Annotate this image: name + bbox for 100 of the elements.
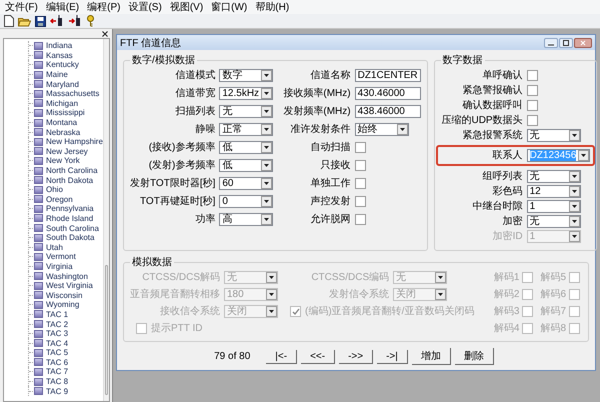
tree-item[interactable]: Maryland: [46, 80, 79, 89]
minimize-icon[interactable]: [544, 38, 558, 48]
radio-arrow-icon[interactable]: [50, 15, 64, 27]
checkbox[interactable]: [526, 115, 538, 126]
checkbox[interactable]: [526, 100, 538, 111]
dropdown[interactable]: 1: [526, 200, 581, 213]
tree-item[interactable]: New York: [46, 156, 80, 166]
tree-item[interactable]: TAC 2: [46, 320, 68, 329]
text-field[interactable]: DZ1CENTER: [354, 69, 421, 82]
tree-item[interactable]: Kansas: [46, 50, 73, 60]
nav-button[interactable]: 删除: [454, 348, 494, 365]
text-field[interactable]: 430.46000: [354, 87, 421, 100]
nav-button[interactable]: ->|: [377, 350, 408, 364]
caret-icon[interactable]: [261, 196, 272, 207]
tree-item[interactable]: North Dakota: [46, 176, 94, 185]
tree-item[interactable]: New Jersey: [46, 146, 88, 156]
tree-item[interactable]: Rhode Island: [46, 214, 94, 223]
maximize-icon[interactable]: [559, 38, 573, 48]
caret-icon[interactable]: [261, 160, 272, 171]
caret-icon[interactable]: [261, 88, 272, 99]
menu-item[interactable]: 视图(V): [166, 0, 206, 14]
tree-item[interactable]: South Carolina: [46, 224, 99, 233]
open-folder-icon[interactable]: [18, 16, 31, 26]
caret-icon[interactable]: [568, 216, 580, 227]
menu-item[interactable]: 编辑(E): [42, 0, 82, 14]
caret-icon[interactable]: [261, 214, 272, 225]
tree-item[interactable]: Nebraska: [46, 128, 80, 137]
checkbox[interactable]: [526, 85, 538, 96]
tree-item[interactable]: TAC 1: [46, 310, 68, 319]
tree-item[interactable]: West Virginia: [46, 281, 93, 290]
caret-icon[interactable]: [568, 171, 580, 182]
tree-item[interactable]: Massachusetts: [46, 89, 100, 98]
caret-icon[interactable]: [568, 130, 580, 141]
caret-icon[interactable]: [568, 201, 580, 212]
tree-item[interactable]: Virginia: [46, 262, 73, 271]
nav-button[interactable]: |<-: [266, 350, 298, 364]
dropdown[interactable]: 0: [219, 195, 274, 208]
dropdown[interactable]: 高: [219, 213, 274, 226]
dropdown[interactable]: 低: [219, 141, 274, 154]
dropdown[interactable]: 无: [526, 129, 581, 142]
menu-item[interactable]: 文件(F): [2, 0, 41, 14]
tree-item[interactable]: TAC 7: [46, 367, 68, 376]
menu-item[interactable]: 帮助(H): [252, 0, 292, 14]
tree-item[interactable]: TAC 5: [46, 348, 68, 358]
checkbox[interactable]: [354, 196, 366, 207]
close-icon[interactable]: [102, 30, 108, 36]
tree-item[interactable]: South Dakota: [46, 233, 94, 242]
caret-icon[interactable]: [261, 178, 272, 189]
caret-icon[interactable]: [261, 124, 272, 135]
dropdown[interactable]: 无: [526, 170, 581, 183]
tree-item[interactable]: Utah: [46, 242, 63, 252]
text-field[interactable]: 438.46000: [354, 105, 421, 118]
caret-icon[interactable]: [396, 124, 408, 135]
tree-item[interactable]: Maine: [46, 70, 68, 80]
dropdown[interactable]: 正常: [219, 123, 274, 136]
tree-item[interactable]: Wisconsin: [46, 290, 82, 300]
menu-item[interactable]: 窗口(W): [208, 0, 250, 14]
caret-icon[interactable]: [568, 186, 580, 197]
checkbox[interactable]: [354, 178, 366, 189]
caret-icon[interactable]: [578, 150, 590, 161]
tree-item[interactable]: TAC 4: [46, 338, 68, 348]
key-icon[interactable]: [86, 15, 95, 27]
tree-item[interactable]: Vermont: [46, 252, 76, 262]
tree-item[interactable]: Indiana: [46, 41, 72, 50]
radio-arrow-icon[interactable]: [68, 15, 82, 27]
tree-item[interactable]: Montana: [46, 118, 78, 128]
menu-item[interactable]: 编程(P): [84, 0, 124, 14]
tree-item[interactable]: TAC 6: [46, 358, 68, 367]
dropdown[interactable]: 60: [219, 177, 274, 190]
tree-item[interactable]: Wyoming: [46, 300, 80, 310]
save-icon[interactable]: [35, 16, 46, 26]
tree-item[interactable]: Kentucky: [46, 60, 79, 70]
tree-item[interactable]: Ohio: [46, 185, 63, 194]
dropdown[interactable]: 无: [526, 215, 581, 228]
tree-item[interactable]: New Hampshire: [46, 137, 103, 146]
nav-button[interactable]: ->>: [339, 350, 374, 364]
checkbox[interactable]: [354, 214, 366, 225]
tree-item[interactable]: TAC 3: [46, 329, 68, 338]
scrollbar[interactable]: [102, 39, 109, 401]
caret-icon[interactable]: [261, 142, 272, 153]
nav-button[interactable]: <<-: [301, 350, 336, 364]
dropdown[interactable]: 12.5kHz: [219, 87, 274, 100]
new-file-icon[interactable]: [3, 15, 14, 27]
tree-item[interactable]: Oregon: [46, 194, 73, 204]
scroll-thumb[interactable]: [104, 265, 108, 395]
tree-item[interactable]: Washington: [46, 272, 88, 281]
dropdown[interactable]: 数字: [219, 69, 274, 82]
checkbox[interactable]: [354, 142, 366, 153]
tree-item[interactable]: North Carolina: [46, 166, 98, 176]
dropdown[interactable]: 无: [219, 105, 274, 118]
tree-item[interactable]: TAC 8: [46, 377, 68, 386]
tree-item[interactable]: Michigan: [46, 98, 78, 108]
checkbox[interactable]: [526, 70, 538, 81]
tree-item[interactable]: Pennsylvania: [46, 204, 94, 214]
dropdown[interactable]: 始终: [354, 123, 409, 136]
tree-item[interactable]: TAC 9: [46, 386, 68, 396]
checkbox[interactable]: [354, 160, 366, 171]
dropdown[interactable]: 12: [526, 185, 581, 198]
menu-item[interactable]: 设置(S): [125, 0, 165, 14]
nav-button[interactable]: 增加: [412, 348, 451, 365]
